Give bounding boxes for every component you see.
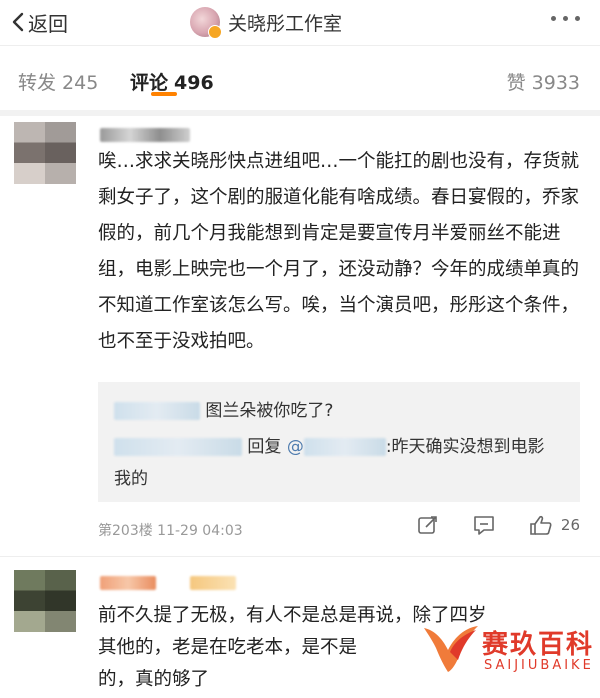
- commenter-name[interactable]: [100, 576, 156, 590]
- reply-text: :昨天确实没想到电影: [385, 437, 545, 457]
- watermark-text: 赛玖百科: [482, 630, 595, 660]
- like-button[interactable]: 26: [529, 514, 580, 536]
- top-bar: 返回 关晓彤工作室: [0, 0, 600, 46]
- floor-and-time: 第203楼 11-29 04:03: [98, 523, 243, 539]
- mention-name[interactable]: [303, 438, 386, 456]
- watermark: 赛玖百科 SAIJIUBAIKE: [420, 610, 600, 690]
- reply-text: 图兰朵被你吃了?: [205, 401, 334, 421]
- tab-like-label: 赞: [506, 72, 526, 94]
- back-label: 返回: [28, 11, 68, 36]
- comment-icon: [473, 514, 495, 536]
- tab-like[interactable]: 赞 3933: [507, 68, 580, 95]
- tab-comment-label: 评论: [130, 72, 169, 94]
- tab-repost-label: 转发: [18, 72, 57, 94]
- page-title: 关晓彤工作室: [228, 12, 343, 35]
- commenter-badge: [190, 576, 236, 590]
- reply-mention[interactable]: @: [287, 437, 304, 457]
- commenter-avatar[interactable]: [14, 122, 76, 184]
- like-count: 26: [560, 516, 580, 534]
- reply-prefix: 回复: [247, 437, 282, 457]
- chevron-left-icon: [12, 12, 24, 32]
- active-tab-indicator: [151, 92, 177, 96]
- avatar: [190, 7, 222, 39]
- reply-button[interactable]: [473, 514, 495, 536]
- back-button[interactable]: 返回: [12, 8, 68, 36]
- commenter-name[interactable]: [100, 128, 190, 142]
- tab-bar: 转发 245 评论 496 赞 3933: [0, 46, 600, 110]
- reply-item-continued: 我的: [114, 469, 148, 489]
- comment-actions: 26: [417, 514, 580, 536]
- reply-box[interactable]: 图兰朵被你吃了? 回复 @ :昨天确实没想到电影 我的: [98, 382, 580, 502]
- tab-like-count: 3933: [531, 72, 580, 94]
- repost-button[interactable]: [417, 514, 439, 536]
- tab-repost[interactable]: 转发 245: [18, 68, 98, 95]
- more-options-icon[interactable]: [551, 16, 580, 21]
- tab-comment-count: 496: [174, 72, 214, 94]
- comment-text: 唉…求求关晓彤快点进组吧…一个能扛的剧也没有，存货就剩女子了，这个剧的服道化能有…: [98, 151, 580, 352]
- share-icon: [417, 514, 439, 536]
- page-header[interactable]: 关晓彤工作室: [190, 6, 343, 39]
- reply-item: 图兰朵被你吃了?: [114, 396, 333, 421]
- thumbs-up-icon: [529, 514, 553, 536]
- divider: [0, 556, 600, 557]
- tab-repost-count: 245: [62, 72, 99, 94]
- watermark-subtext: SAIJIUBAIKE: [484, 658, 594, 673]
- reply-author[interactable]: [114, 438, 242, 456]
- reply-item: 回复 @ :昨天确实没想到电影: [114, 432, 545, 457]
- commenter-avatar[interactable]: [14, 570, 76, 632]
- verified-badge-icon: [208, 25, 222, 39]
- fish-tail-logo-icon: [424, 626, 478, 672]
- comment-item: 唉…求求关晓彤快点进组吧…一个能扛的剧也没有，存货就剩女子了，这个剧的服道化能有…: [0, 116, 600, 556]
- reply-author[interactable]: [114, 402, 200, 420]
